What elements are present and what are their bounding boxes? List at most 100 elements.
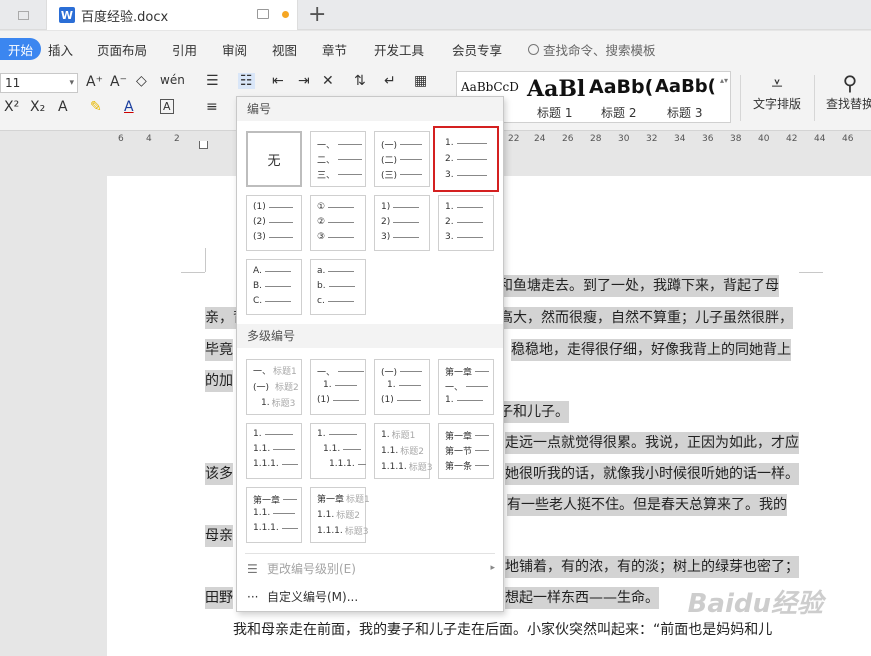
highlight-icon[interactable]: ✎ (90, 99, 102, 115)
ruler-number: 26 (562, 134, 574, 144)
font-size-select[interactable]: 11 (0, 73, 78, 93)
multilevel-tile-1[interactable]: 一、 标题1 (一) 标题2 1. 标题3 (246, 359, 302, 415)
tile-text: c. (317, 296, 325, 306)
ruler-number: 38 (730, 134, 742, 144)
tile-text: 1. (253, 429, 262, 439)
multilevel-tile-8[interactable]: 第一章 第一节 第一条 (438, 423, 494, 479)
style-heading-3[interactable]: AaBb( 标题 3 (653, 72, 719, 124)
numbering-paren-chinese-tile[interactable]: (一) (二) (三) (374, 131, 430, 187)
menu-chapter[interactable]: 章节 (322, 40, 347, 59)
numbering-decimal-alt-tile[interactable]: 1. 2. 3. (438, 195, 494, 251)
multilevel-tile-6[interactable]: 1. 1.1. 1.1.1. (310, 423, 366, 479)
numbering-circled-tile[interactable]: ① ② ③ (310, 195, 366, 251)
margin-corner (205, 248, 206, 272)
indent-marker-icon[interactable] (199, 141, 208, 149)
menu-view[interactable]: 视图 (272, 40, 297, 59)
document-tab[interactable]: W 百度经验.docx (46, 0, 298, 30)
numbering-section-header: 编号 (237, 97, 503, 121)
tile-text: 标题2 (275, 383, 299, 393)
multilevel-tile-5[interactable]: 1. 1.1. 1.1.1. (246, 423, 302, 479)
text-effect-icon[interactable]: A (58, 99, 68, 115)
monitor-icon (17, 10, 29, 20)
menu-page-layout[interactable]: 页面布局 (97, 40, 147, 59)
sort-icon[interactable]: ⇅ (354, 73, 366, 89)
numbered-list-icon[interactable]: ☷ (238, 73, 255, 89)
numbering-paren-decimal-tile[interactable]: (1) (2) (3) (246, 195, 302, 251)
menu-insert[interactable]: 插入 (48, 40, 73, 59)
home-tab[interactable] (0, 0, 46, 30)
numbering-upper-alpha-tile[interactable]: A. B. C. (246, 259, 302, 315)
tile-text: 2. (445, 154, 454, 164)
tile-text: 1.1. (381, 445, 399, 456)
subscript-icon[interactable]: X₂ (30, 99, 45, 115)
menu-start[interactable]: 开始 (0, 38, 42, 60)
tile-text: 1.1.1. (253, 523, 279, 533)
doc-line: 子和儿子。 (499, 401, 569, 423)
pinyin-icon[interactable]: wén (160, 73, 185, 87)
tile-text: (一) (381, 141, 398, 151)
grow-font-icon[interactable]: A⁺ (86, 74, 103, 90)
style-label: 标题 3 (667, 106, 703, 120)
text-layout-button[interactable]: ⩡ 文字排版 (748, 71, 806, 112)
multilevel-tile-10[interactable]: 第一章 标题1 1.1. 标题2 1.1.1. 标题3 (310, 487, 370, 543)
font-color-icon[interactable]: A (124, 99, 134, 115)
gallery-scroll-icon[interactable]: ▴▾ (720, 76, 728, 85)
doc-line: 母亲 (205, 525, 233, 547)
multilevel-tile-7[interactable]: 1. 标题1 1.1. 标题2 1.1.1. 标题3 (374, 423, 433, 479)
increase-indent-icon[interactable]: ⇥ (298, 73, 310, 89)
multilevel-tile-9[interactable]: 第一章 1.1. 1.1.1. (246, 487, 302, 543)
ruler-number: 42 (786, 134, 798, 144)
clear-format-icon[interactable]: ◇ (136, 73, 147, 89)
numbering-right-paren-tile[interactable]: 1) 2) 3) (374, 195, 430, 251)
show-marks-icon[interactable]: ↵ (384, 73, 396, 89)
doc-line: 毕竟 (205, 339, 233, 361)
style-heading-1[interactable]: AaBl 标题 1 (523, 72, 587, 124)
tile-text: 1.1.1. (329, 459, 355, 469)
text-layout-label: 文字排版 (752, 97, 801, 111)
tile-text: 3. (445, 170, 454, 180)
tile-text: 1.1. (253, 508, 271, 518)
tile-text: (一) (253, 383, 270, 393)
custom-numbering-item[interactable]: ··· 自定义编号(M)... (247, 588, 358, 605)
command-search[interactable]: 查找命令、搜索模板 (528, 40, 656, 59)
tile-text: 2) (381, 217, 391, 227)
table-tabs-icon[interactable]: ▦ (414, 73, 427, 89)
change-level-label: 更改编号级别(E) (267, 562, 356, 576)
tile-text: 标题3 (344, 527, 369, 537)
ruler-number: 30 (618, 134, 630, 144)
tile-text: (三) (381, 171, 398, 181)
decrease-indent-icon[interactable]: ⇤ (272, 73, 284, 89)
multilevel-tile-4[interactable]: 第一章 一、 1. (438, 359, 494, 415)
superscript-icon[interactable]: X² (4, 99, 19, 115)
numbering-lower-alpha-tile[interactable]: a. b. c. (310, 259, 366, 315)
new-tab-button[interactable]: + (308, 2, 326, 27)
menu-references[interactable]: 引用 (172, 40, 197, 59)
window-icon[interactable] (257, 9, 269, 19)
custom-numbering-label: 自定义编号(M)... (267, 590, 359, 604)
menu-review[interactable]: 审阅 (222, 40, 247, 59)
tile-text: (1) (253, 202, 266, 212)
align-left-icon[interactable]: ≡ (206, 99, 218, 115)
numbering-none-tile[interactable]: 无 (246, 131, 302, 187)
char-border-icon[interactable]: A (160, 99, 174, 114)
tile-text: 1. (445, 395, 454, 405)
dropdown-separator (245, 553, 495, 554)
bullet-list-icon[interactable]: ☰ (206, 73, 219, 89)
shrink-font-icon[interactable]: A⁻ (110, 74, 127, 90)
numbering-chinese-tile[interactable]: 一、 二、 三、 (310, 131, 366, 187)
menu-member[interactable]: 会员专享 (452, 40, 502, 59)
command-search-label: 查找命令、搜索模板 (543, 43, 656, 58)
multilevel-tile-2[interactable]: 一、 1. (1) (310, 359, 366, 415)
style-heading-2[interactable]: AaBb( 标题 2 (587, 72, 653, 124)
tile-text: 一、 (445, 383, 464, 393)
multilevel-tile-3[interactable]: (一) 1. (1) (374, 359, 430, 415)
tile-text: 标题2 (400, 447, 424, 457)
menu-developer[interactable]: 开发工具 (374, 40, 424, 59)
ruler-number: 28 (590, 134, 602, 144)
tile-text: 标题1 (346, 495, 370, 505)
find-replace-button[interactable]: ⚲ 查找替换 (824, 71, 871, 112)
numbering-decimal-tile-selected[interactable]: 1. 2. 3. (433, 126, 499, 192)
ruler-number: 24 (534, 134, 546, 144)
chinese-layout-icon[interactable]: ✕ (322, 73, 334, 89)
tile-text: A. (253, 266, 262, 276)
